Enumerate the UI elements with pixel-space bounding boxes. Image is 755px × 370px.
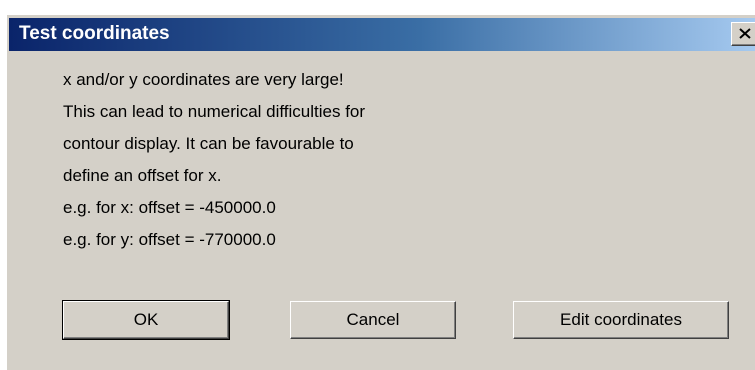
cancel-button[interactable]: Cancel [290,301,456,339]
ok-button[interactable]: OK [62,300,230,340]
message-line: e.g. for y: offset = -770000.0 [63,230,276,249]
close-icon [739,28,751,39]
message-line: contour display. It can be favourable to [63,134,354,153]
title-bar[interactable]: Test coordinates [9,18,755,51]
message-line: define an offset for x. [63,166,222,185]
message-line: e.g. for x: offset = -450000.0 [63,198,276,217]
message-line: This can lead to numerical difficulties … [63,102,366,121]
close-button[interactable] [731,22,755,46]
message-line: x and/or y coordinates are very large! [63,70,344,89]
edit-coordinates-button[interactable]: Edit coordinates [513,301,729,339]
test-coordinates-dialog: Test coordinates x and/or y coordinates … [6,14,755,370]
message-text: x and/or y coordinates are very large! T… [63,65,365,257]
dialog-title: Test coordinates [19,23,170,44]
